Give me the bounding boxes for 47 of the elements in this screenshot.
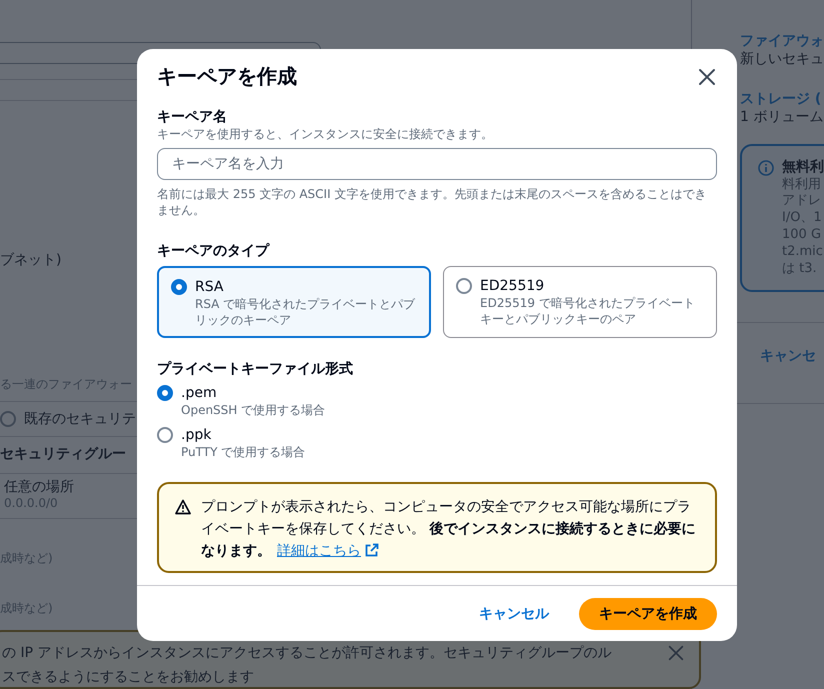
key-type-tile[interactable]: ED25519 ED25519 で暗号化されたプライベートキーとパブリックキーのペア xyxy=(443,266,717,338)
cancel-button[interactable]: キャンセル xyxy=(479,600,549,626)
option-title: RSA xyxy=(195,278,224,296)
free-tier-title: 無料利 xyxy=(782,158,824,177)
free-tier-text: t2.mic xyxy=(782,244,824,262)
field-description: キーペアを使用すると、インスタンスに安全に接続できます。 xyxy=(157,126,494,142)
free-tier-text: は t3. xyxy=(782,261,818,278)
free-tier-text: 100 G xyxy=(782,227,822,244)
radio-button[interactable] xyxy=(157,427,173,443)
option-title: ED25519 xyxy=(480,277,546,295)
banner-text: スできるようにすることをお勧めします xyxy=(2,668,254,687)
close-icon xyxy=(667,644,685,662)
field-constraint: 名前には最大 255 文字の ASCII 文字を使用できます。先頭または末尾のスペースを含めることはできません。 xyxy=(157,186,708,218)
free-tier-text: アドレ xyxy=(782,193,822,210)
section-value: 新しいセキュ xyxy=(740,50,824,68)
banner-text: の IP アドレスからインスタンスにアクセスすることが許可されます。セキュリティグループのル xyxy=(2,644,612,662)
radio-button[interactable] xyxy=(456,278,472,294)
warning-text: プロンプトが表示されたら、コンピュータの安全でアクセス可能な場所にプライベートキーを保存してください。 後でインスタンスに接続するときに必要になります。 詳細はこちら xyxy=(201,498,696,561)
radio-label: 既存のセキュリテ xyxy=(24,410,136,428)
option-description: RSA で暗号化されたプライベートとパブリックのキーペア xyxy=(195,296,416,328)
field-label: プライベートキーファイル形式 xyxy=(157,360,354,378)
dialog-title: キーペアを作成 xyxy=(157,63,297,90)
warning-icon xyxy=(175,499,191,515)
radio-button[interactable] xyxy=(157,385,173,401)
close-button[interactable] xyxy=(697,66,717,86)
external-link-icon xyxy=(365,543,379,557)
source-label: 任意の場所 xyxy=(4,478,74,496)
close-icon xyxy=(697,66,717,86)
free-tier-text: I/O、1 xyxy=(782,210,823,228)
option-description: PuTTY で使用する場合 xyxy=(181,444,306,460)
section-heading: セキュリティグルー xyxy=(0,445,126,464)
option-description: ED25519 で暗号化されたプライベートキーとパブリックキーのペア xyxy=(480,295,696,327)
learn-more-link[interactable]: 詳細はこちら xyxy=(277,543,379,559)
free-tier-text: 料利用 xyxy=(782,176,822,194)
option-title: .pem xyxy=(181,384,218,402)
subnet-label: ブネット) xyxy=(0,251,62,270)
radio-button[interactable] xyxy=(0,410,16,427)
field-label: キーペア名 xyxy=(157,108,228,126)
option-description: OpenSSH で使用する場合 xyxy=(181,402,326,418)
key-pair-name-input[interactable]: キーペア名を入力 xyxy=(157,148,717,180)
option-title: .ppk xyxy=(181,426,212,444)
info-icon xyxy=(758,160,774,176)
field-label: キーペアのタイプ xyxy=(157,242,271,260)
create-button[interactable]: キーペアを作成 xyxy=(579,598,717,630)
section-value: 1 ボリューム xyxy=(740,108,824,126)
key-type-tile[interactable]: RSA RSA で暗号化されたプライベートとパブリックのキーペア xyxy=(157,266,431,338)
radio-button[interactable] xyxy=(171,279,187,295)
